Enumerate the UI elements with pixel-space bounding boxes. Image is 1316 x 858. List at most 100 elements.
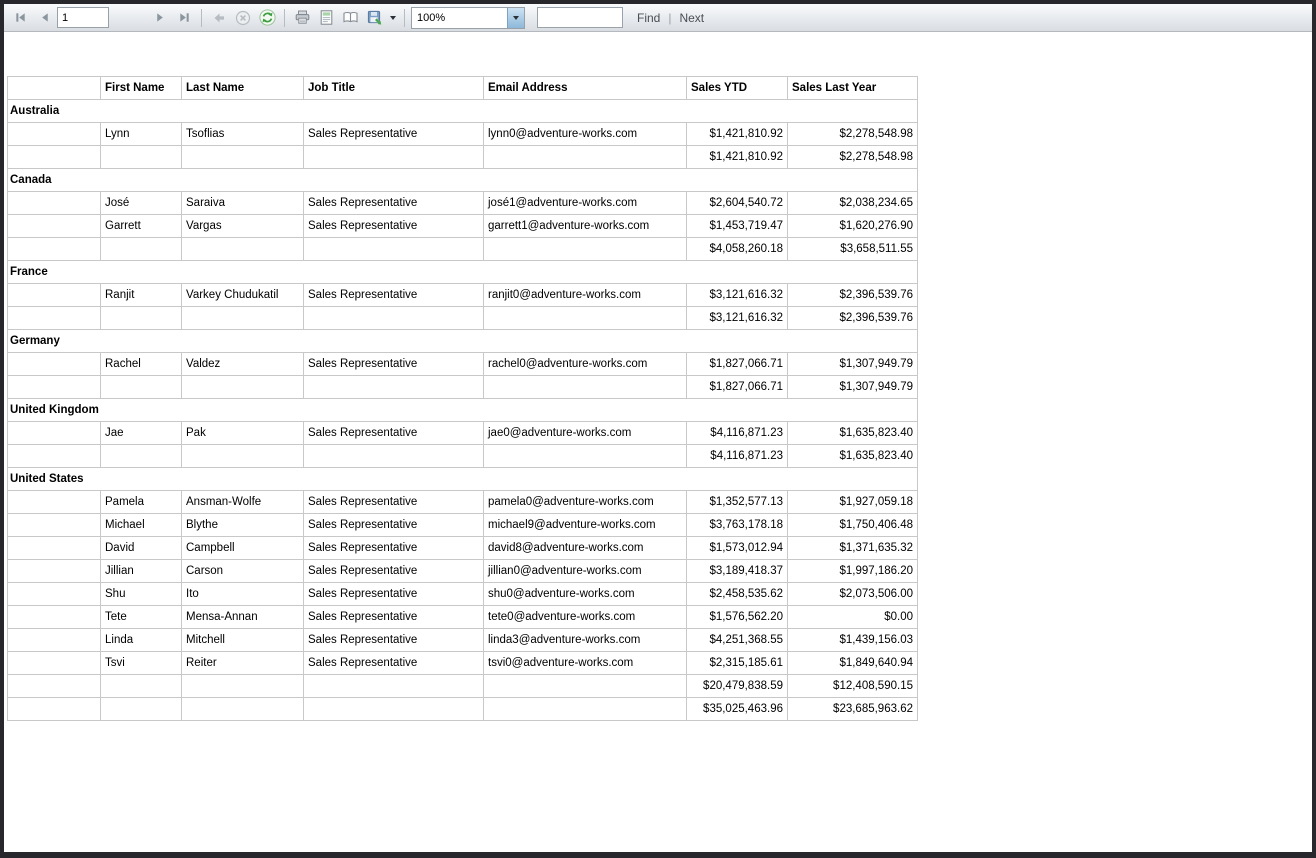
find-link[interactable]: Find [637, 11, 660, 25]
indent-cell [8, 560, 101, 583]
job-title-cell: Sales Representative [304, 192, 484, 215]
next-link[interactable]: Next [679, 11, 704, 25]
empty-cell [101, 307, 182, 330]
toolbar-separator [201, 9, 202, 27]
first-name-cell: José [101, 192, 182, 215]
first-name-cell: Pamela [101, 491, 182, 514]
back-button[interactable] [208, 7, 230, 29]
last-name-cell: Saraiva [182, 192, 304, 215]
sales-ytd-cell: $1,573,012.94 [687, 537, 788, 560]
sales-ytd-cell: $1,421,810.92 [687, 123, 788, 146]
current-page-input[interactable] [57, 7, 109, 28]
export-button[interactable] [363, 7, 385, 29]
sales-ytd-cell: $3,121,616.32 [687, 284, 788, 307]
last-name-cell: Tsoflias [182, 123, 304, 146]
report-body: First NameLast NameJob TitleEmail Addres… [7, 76, 918, 721]
zoom-dropdown-arrow[interactable] [507, 8, 524, 28]
email-cell: linda3@adventure-works.com [484, 629, 687, 652]
subtotal-row: $1,421,810.92$2,278,548.98 [8, 146, 918, 169]
group-header-row: Canada [8, 169, 918, 192]
empty-cell [304, 675, 484, 698]
empty-cell [304, 376, 484, 399]
email-cell: david8@adventure-works.com [484, 537, 687, 560]
group-name-cell: United Kingdom [8, 399, 918, 422]
empty-cell [101, 238, 182, 261]
first-page-button[interactable] [9, 7, 31, 29]
first-name-cell: Tsvi [101, 652, 182, 675]
last-page-button[interactable] [173, 7, 195, 29]
subtotal-row: $4,058,260.18$3,658,511.55 [8, 238, 918, 261]
find-next-separator: | [668, 11, 671, 25]
stop-button[interactable] [232, 7, 254, 29]
toolbar-separator [404, 9, 405, 27]
email-cell: shu0@adventure-works.com [484, 583, 687, 606]
last-name-cell: Mensa-Annan [182, 606, 304, 629]
zoom-dropdown-icon [513, 16, 519, 20]
column-header: First Name [101, 77, 182, 100]
export-dropdown-button[interactable] [387, 7, 398, 29]
print-layout-button[interactable] [315, 7, 337, 29]
last-name-cell: Mitchell [182, 629, 304, 652]
subtotal-row: $1,827,066.71$1,307,949.79 [8, 376, 918, 399]
indent-cell [8, 123, 101, 146]
first-name-cell: Michael [101, 514, 182, 537]
empty-cell [304, 146, 484, 169]
last-name-cell: Carson [182, 560, 304, 583]
next-page-button[interactable] [149, 7, 171, 29]
last-name-cell: Ito [182, 583, 304, 606]
empty-cell [101, 445, 182, 468]
column-header: Sales YTD [687, 77, 788, 100]
empty-cell [484, 445, 687, 468]
empty-cell [182, 307, 304, 330]
data-row: JillianCarsonSales Representativejillian… [8, 560, 918, 583]
page-setup-button[interactable] [339, 7, 361, 29]
indent-cell [8, 307, 101, 330]
zoom-select[interactable]: 100% [411, 7, 525, 29]
first-name-cell: Linda [101, 629, 182, 652]
empty-cell [304, 307, 484, 330]
report-toolbar: 100% Find | Next [4, 4, 1312, 32]
empty-cell [182, 698, 304, 721]
indent-cell [8, 445, 101, 468]
last-name-cell: Reiter [182, 652, 304, 675]
email-cell: josé1@adventure-works.com [484, 192, 687, 215]
search-input[interactable] [537, 7, 623, 28]
first-page-icon [14, 11, 27, 24]
first-name-cell: Tete [101, 606, 182, 629]
empty-cell [484, 307, 687, 330]
subtotal-sales-ytd-cell: $4,116,871.23 [687, 445, 788, 468]
stop-icon [235, 10, 251, 26]
column-header: Email Address [484, 77, 687, 100]
empty-cell [304, 238, 484, 261]
group-header-row: Germany [8, 330, 918, 353]
indent-cell [8, 698, 101, 721]
job-title-cell: Sales Representative [304, 514, 484, 537]
first-name-cell: Rachel [101, 353, 182, 376]
data-row: ShuItoSales Representativeshu0@adventure… [8, 583, 918, 606]
indent-cell [8, 652, 101, 675]
job-title-cell: Sales Representative [304, 422, 484, 445]
indent-cell [8, 215, 101, 238]
job-title-cell: Sales Representative [304, 491, 484, 514]
previous-page-icon [38, 11, 51, 24]
sales-last-year-cell: $2,396,539.76 [788, 284, 918, 307]
data-row: DavidCampbellSales Representativedavid8@… [8, 537, 918, 560]
previous-page-button[interactable] [33, 7, 55, 29]
sales-last-year-cell: $1,927,059.18 [788, 491, 918, 514]
indent-cell [8, 192, 101, 215]
toolbar-separator [284, 9, 285, 27]
sales-ytd-cell: $2,604,540.72 [687, 192, 788, 215]
sales-last-year-cell: $1,997,186.20 [788, 560, 918, 583]
grand-total-sales-ytd-cell: $35,025,463.96 [687, 698, 788, 721]
refresh-button[interactable] [256, 7, 278, 29]
indent-cell [8, 583, 101, 606]
print-icon [294, 9, 311, 26]
print-button[interactable] [291, 7, 313, 29]
grand-total-row: $35,025,463.96$23,685,963.62 [8, 698, 918, 721]
subtotal-sales-last-year-cell: $2,396,539.76 [788, 307, 918, 330]
email-cell: pamela0@adventure-works.com [484, 491, 687, 514]
job-title-cell: Sales Representative [304, 215, 484, 238]
report-viewer-window: 100% Find | Next First NameLast NameJob … [0, 0, 1316, 858]
subtotal-sales-ytd-cell: $1,421,810.92 [687, 146, 788, 169]
sales-last-year-cell: $1,849,640.94 [788, 652, 918, 675]
